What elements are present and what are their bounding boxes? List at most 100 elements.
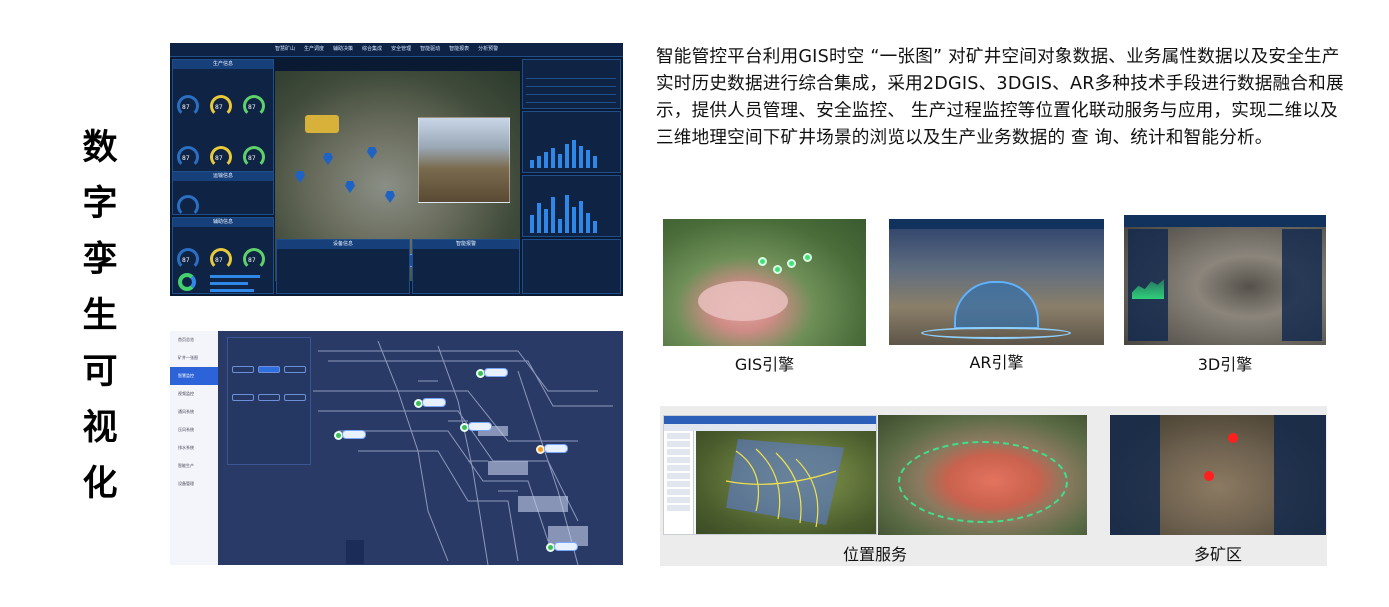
dash-nav-item: 综合集成 [362, 46, 383, 52]
sidebar-item[interactable]: 智能生产 [170, 457, 218, 475]
bar [565, 144, 569, 168]
filter-chip[interactable] [284, 366, 306, 373]
map-pin-icon[interactable] [323, 153, 333, 165]
title-char: 视 [82, 408, 118, 448]
bar [558, 219, 562, 233]
tree-item [667, 489, 690, 495]
dash-vehicle-panel: 智能报警 [412, 239, 520, 294]
marker-label [484, 368, 508, 377]
filter-chip[interactable] [232, 366, 254, 373]
ar-caption: AR引擎 [969, 353, 1024, 372]
dash-alarm-panel [522, 239, 621, 294]
map-pin-icon[interactable] [367, 147, 377, 159]
map-pin-icon[interactable] [385, 191, 395, 203]
position-service-gis [663, 415, 877, 535]
marker-label [544, 444, 568, 453]
dashboard-topbar: 智慧矿山 生产调度 辅助决策 综合集成 安全管理 智能驱动 智能报表 分析预警 [170, 43, 623, 57]
multi-mine-image [1110, 415, 1326, 535]
table-row [526, 95, 616, 103]
position-caption: 位置服务 [842, 545, 907, 564]
bar [530, 160, 534, 168]
tree-item [667, 449, 690, 455]
table-row [526, 87, 616, 95]
bar [558, 154, 562, 168]
tree-item [667, 505, 690, 511]
bar [544, 152, 548, 168]
tunnel-filter-card [227, 337, 311, 465]
3d-topbar [1124, 215, 1326, 227]
sidebar-item[interactable]: 矿井一张图 [170, 349, 218, 367]
road-lines [725, 448, 837, 528]
bar-chart [530, 193, 597, 233]
panel-title: 智能报警 [413, 240, 519, 249]
gauge-value: 87 [215, 155, 223, 162]
dash-nav-item: 辅助决策 [333, 46, 354, 52]
right-table-rows [526, 71, 616, 103]
bar [579, 146, 583, 168]
sidebar-item-active[interactable]: 智慧监控 [170, 367, 218, 385]
excavator-icon [305, 115, 339, 133]
app-header [664, 416, 876, 424]
multi-left-panel [1110, 415, 1160, 535]
bar [544, 209, 548, 233]
bar [579, 201, 583, 233]
bar [586, 213, 590, 233]
map-pin-icon[interactable] [295, 171, 305, 183]
map-marker-icon [787, 259, 796, 268]
gauge [177, 195, 199, 217]
map-marker-icon [803, 253, 812, 262]
ar-ring [921, 327, 1071, 339]
multi-right-panel [1274, 415, 1326, 535]
title-char: 孪 [82, 240, 118, 280]
bar [572, 207, 576, 233]
gauge-value: 87 [248, 155, 256, 162]
mine-marker-icon[interactable] [1204, 471, 1214, 481]
dash-bottom-panel: 设备信息 [276, 239, 410, 294]
gauge-value: 87 [248, 257, 256, 264]
bar [537, 203, 541, 233]
sensor-loop [898, 441, 1068, 523]
layer-tree [664, 431, 694, 534]
description-text: 智能管控平台利用GIS时空 “一张图” 对矿井空间对象数据、业务属性数据以及安全… [656, 47, 1344, 148]
gis-engine-image [663, 219, 866, 346]
footer-button[interactable] [346, 540, 364, 564]
donut-chart [178, 273, 196, 291]
marker-label [342, 430, 366, 439]
gauge-value: 87 [215, 257, 223, 264]
mine-marker-icon[interactable] [1228, 433, 1238, 443]
filter-chip[interactable] [258, 394, 280, 401]
gauge-value: 87 [215, 104, 223, 111]
filter-chip[interactable] [232, 394, 254, 401]
table-row [526, 71, 616, 79]
sidebar-item[interactable]: 视频监控 [170, 385, 218, 403]
dashboard-screenshot: 智慧矿山 生产调度 辅助决策 综合集成 安全管理 智能驱动 智能报表 分析预警 … [170, 43, 623, 296]
bar [593, 221, 597, 233]
tree-item [667, 473, 690, 479]
sidebar-item[interactable]: 设备管理 [170, 475, 218, 493]
sidebar-item[interactable]: 压风系统 [170, 421, 218, 439]
dash-nav-item: 生产调度 [304, 46, 325, 52]
marker-label [468, 422, 492, 431]
bar [551, 197, 555, 233]
sidebar-item[interactable]: 首页总览 [170, 331, 218, 349]
map-marker-icon [773, 265, 782, 274]
bar [565, 195, 569, 233]
panel-title: 运输信息 [173, 172, 273, 181]
sidebar-item[interactable]: 排水系统 [170, 439, 218, 457]
panel-title: 辅助信息 [173, 218, 273, 227]
map-marker-icon [758, 257, 767, 266]
ar-engine-image [889, 219, 1104, 345]
filter-chip-selected[interactable] [258, 366, 280, 373]
tree-item [667, 457, 690, 463]
gauge-value: 87 [182, 104, 190, 111]
3d-engine-image [1124, 215, 1326, 345]
map-pin-icon[interactable] [345, 181, 355, 193]
gis-caption: GIS引擎 [734, 355, 795, 374]
title-char: 字 [82, 184, 118, 224]
sidebar-item[interactable]: 通风系统 [170, 403, 218, 421]
ar-overlay [954, 281, 1039, 329]
title-char: 生 [82, 296, 118, 336]
gauge-value: 87 [182, 155, 190, 162]
app-toolbar [664, 424, 876, 431]
filter-chip[interactable] [284, 394, 306, 401]
